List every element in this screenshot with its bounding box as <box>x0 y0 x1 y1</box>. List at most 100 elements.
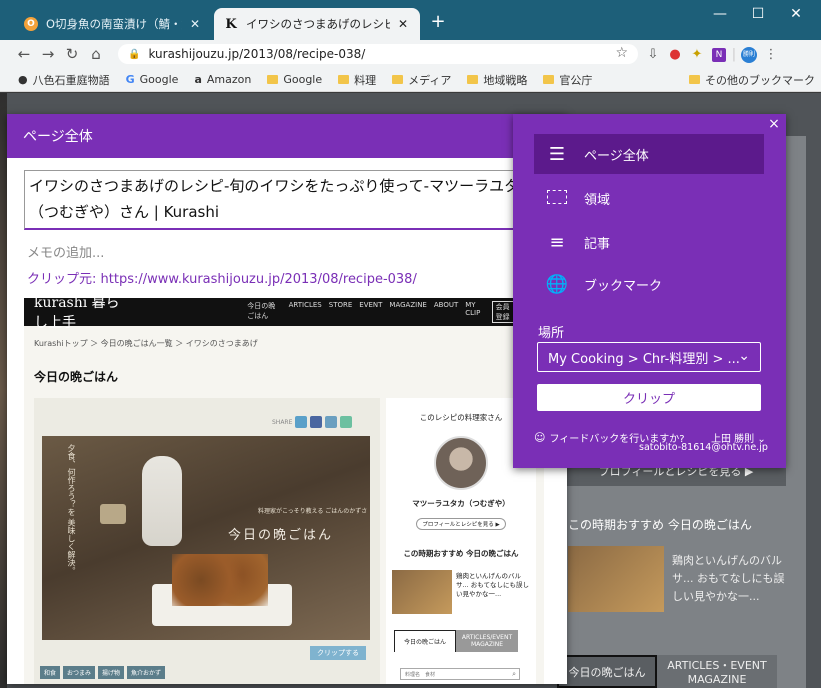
url-text: kurashijouzu.jp/2013/08/recipe-038/ <box>148 47 366 61</box>
photo-subtitle: 料理家がこっそり教える ごはんのかずさ <box>258 508 368 515</box>
profile-button: プロフィールとレシピを見る ▶ <box>416 518 506 530</box>
tab-title: O切身魚の南蛮漬け（鯖・鮭・かじき <box>46 17 182 31</box>
season-item-text: 鶏肉といんげんのバルサ... おもてなしにも誤しい見やかな一... <box>456 572 530 598</box>
close-window-icon[interactable]: ✕ <box>786 6 806 22</box>
clip-source-link[interactable]: クリップ元: https://www.kurashijouzu.jp/2013/… <box>27 268 417 287</box>
user-email: satobito-81614@ohtv.ne.jp <box>639 442 768 453</box>
folder-icon <box>543 75 555 84</box>
preview-tabs: 今日の晩ごはん ARTICLES/EVENT MAGAZINE <box>394 630 518 652</box>
tab-close-icon[interactable]: ✕ <box>396 17 410 31</box>
download-icon[interactable]: ⇩ <box>642 47 664 62</box>
folder-icon <box>392 75 404 84</box>
note-input[interactable]: メモの追加... <box>27 242 104 261</box>
clip-title-field[interactable]: イワシのさつまあげのレシピ-旬のイワシをたっぷり使って-マツーラユタカ（つむぎや… <box>24 170 544 230</box>
folder-icon <box>338 75 350 84</box>
amazon-icon: a <box>194 73 202 86</box>
minimize-icon[interactable]: — <box>710 6 730 22</box>
page-preview: kurashi 暮らし上手 今日の晩ごはん ARTICLES STORE EVENT M… <box>24 298 544 684</box>
chef-avatar <box>434 436 488 490</box>
facebook-icon <box>310 416 323 428</box>
bg-recipe-text: 鶏肉といんげんのバルサ... おもてなしにも誤しい見やかな一... <box>672 554 785 603</box>
onenote-clipper-panel: × ☰ ページ全体 領域 ≡ 記事 🌐 ブックマーク 場所 My Cooking… <box>513 114 786 468</box>
folder-icon <box>467 75 479 84</box>
left-page-edge <box>0 93 7 688</box>
reload-icon[interactable]: ↻ <box>60 45 84 63</box>
full-page-icon: ☰ <box>548 143 566 165</box>
site-logo: kurashi 暮らし上手 <box>34 298 120 331</box>
site-icon: ● <box>18 73 28 86</box>
pinterest-icon <box>325 416 338 428</box>
bookmark-folder[interactable]: メディア <box>392 72 451 88</box>
star-icon[interactable]: ☆ <box>615 45 628 61</box>
browser-tab-1[interactable]: O O切身魚の南蛮漬け（鯖・鮭・かじき ✕ <box>14 8 212 40</box>
clip-button[interactable]: クリップ <box>537 384 761 411</box>
bookmark-item[interactable]: a Amazon <box>194 73 251 86</box>
cup-shape <box>100 504 126 524</box>
season-thumbnail <box>392 570 452 614</box>
photo-title: 今日の晩ごはん <box>228 528 334 543</box>
browser-tab-2[interactable]: K イワシのさつまあげのレシピ-旬のイワシ ✕ <box>214 8 420 40</box>
bg-season-heading: この時期おすすめ 今日の晩ごはん <box>568 518 752 532</box>
bookmark-folder[interactable]: 官公庁 <box>543 72 592 88</box>
bookmark-item[interactable]: ● 八色石重庭物語 <box>18 72 110 88</box>
tab-favicon-icon: O <box>24 17 38 31</box>
fishcake-shape <box>172 554 268 606</box>
location-select[interactable]: My Cooking > Chr-料理別 > ... ⌄ <box>537 342 761 372</box>
home-icon[interactable]: ⌂ <box>84 45 108 63</box>
option-article[interactable]: ≡ 記事 <box>534 222 764 262</box>
folder-icon <box>689 75 700 84</box>
location-label: 場所 <box>538 326 565 341</box>
tab-close-icon[interactable]: ✕ <box>188 17 202 31</box>
new-tab-button[interactable]: + <box>428 11 448 32</box>
back-icon[interactable]: ← <box>12 45 36 63</box>
preview-site-header: kurashi 暮らし上手 今日の晩ごはん ARTICLES STORE EVENT M… <box>24 298 544 331</box>
bookmarks-bar: ● 八色石重庭物語 G Google a Amazon Google 料理 メディア … <box>0 68 821 92</box>
bookmark-folder[interactable]: Google <box>267 73 322 86</box>
sake-bottle-shape <box>142 456 182 546</box>
record-icon[interactable]: ● <box>664 47 686 62</box>
tab-favicon-icon: K <box>225 16 237 32</box>
maximize-icon[interactable]: ☐ <box>748 6 768 22</box>
preview-section-title: 今日の晩ごはん <box>34 370 119 384</box>
tab-title: イワシのさつまあげのレシピ-旬のイワシ <box>246 17 390 31</box>
profile-avatar[interactable]: 勝則 <box>738 45 760 63</box>
panel-close-icon[interactable]: × <box>765 116 783 132</box>
preview-recipe-card: SHARE 夕食、何作ろう？を 美味しく解決。 料理家がこっそり教える ごはんの… <box>34 398 380 684</box>
line-icon <box>340 416 353 428</box>
bookmark-item[interactable]: G Google <box>126 73 179 86</box>
bookmark-folder[interactable]: 料理 <box>338 72 376 88</box>
preview-clip-button: クリップする <box>310 646 366 660</box>
folder-icon <box>267 75 279 84</box>
photo-vertical-text: 夕食、何作ろう？を 美味しく解決。 <box>67 444 76 575</box>
option-full-page[interactable]: ☰ ページ全体 <box>534 134 764 174</box>
bg-recipe-thumbnail <box>568 546 664 612</box>
region-icon <box>544 188 570 209</box>
article-icon: ≡ <box>549 231 565 253</box>
tab-bar: O O切身魚の南蛮漬け（鯖・鮭・かじき ✕ K イワシのさつまあげのレシピ-旬の… <box>0 0 821 40</box>
twitter-icon <box>295 416 308 428</box>
extension-icons: ⇩ ● ✦ N | 勝則 ⋮ <box>642 45 782 63</box>
recipe-photo: 夕食、何作ろう？を 美味しく解決。 料理家がこっそり教える ごはんのかずさ 今日… <box>42 436 370 640</box>
chef-name: マツーラユタカ（つむぎや） <box>412 499 510 508</box>
preview-breadcrumb: Kurashiトップ ＞ 今日の晩ごはん一覧 ＞ イワシのさつまあげ <box>34 339 258 348</box>
chevron-down-icon: ⌄ <box>738 348 750 364</box>
menu-icon[interactable]: ⋮ <box>760 47 782 62</box>
clip-preview-dialog: ページ全体 イワシのさつまあげのレシピ-旬のイワシをたっぷり使って-マツーラユタ… <box>7 114 567 684</box>
search-icon: ⌕ <box>512 669 516 678</box>
season-heading: この時期おすすめ 今日の晩ごはん <box>403 549 519 558</box>
onenote-icon[interactable]: N <box>708 46 730 62</box>
other-bookmarks[interactable]: その他のブックマーク <box>689 72 815 88</box>
option-region[interactable]: 領域 <box>534 178 764 218</box>
forward-icon[interactable]: → <box>36 45 60 63</box>
bookmark-globe-icon: 🌐 <box>545 273 569 295</box>
preview-search: 料理名 食材 ⌕ <box>400 668 520 680</box>
extension-icon[interactable]: ✦ <box>686 47 708 62</box>
lock-icon: 🔒 <box>128 48 141 60</box>
option-bookmark[interactable]: 🌐 ブックマーク <box>534 264 764 304</box>
recipe-tags: 和食 おつまみ 揚げ物 魚介おかず <box>40 666 166 679</box>
dialog-header: ページ全体 <box>7 114 567 158</box>
bookmark-folder[interactable]: 地域戦略 <box>467 72 527 88</box>
google-icon: G <box>125 73 135 86</box>
address-bar[interactable]: 🔒 kurashijouzu.jp/2013/08/recipe-038/ ☆ <box>118 44 638 64</box>
smiley-icon: ☺ <box>534 431 546 444</box>
